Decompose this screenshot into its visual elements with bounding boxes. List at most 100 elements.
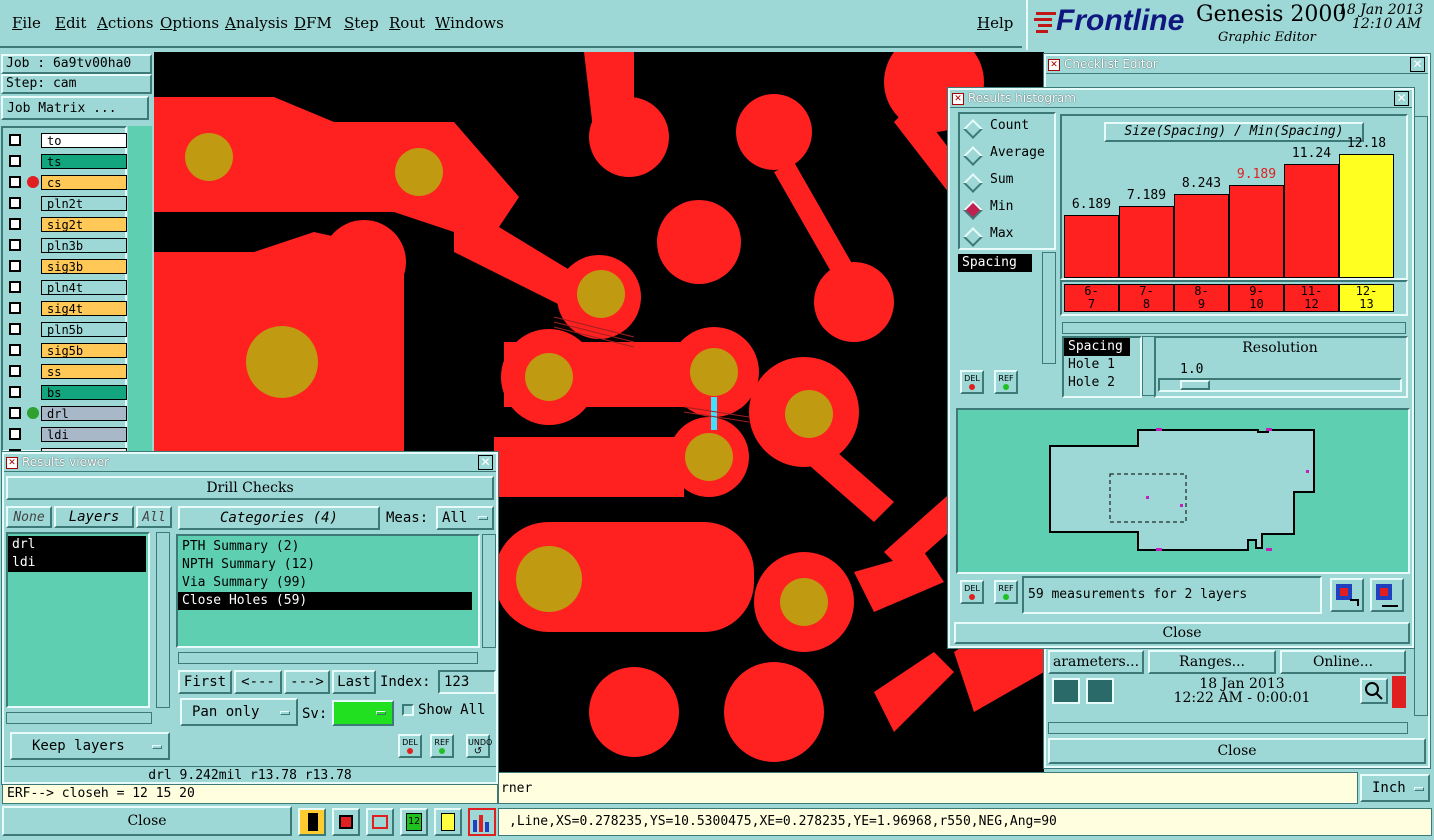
window-close-icon[interactable]: ✕ [478, 455, 493, 470]
layer-name[interactable]: ss [41, 364, 127, 379]
run-icon[interactable] [1052, 678, 1080, 704]
layer-name[interactable]: pln5b [41, 322, 127, 337]
histogram-bar[interactable] [1339, 154, 1394, 278]
layer-checkbox[interactable] [9, 281, 21, 293]
layer-checkbox[interactable] [9, 176, 21, 188]
layer-row-pln4t[interactable]: pln4t [7, 279, 127, 295]
layer-checkbox[interactable] [9, 260, 21, 272]
prev-button[interactable]: <--- [234, 670, 282, 694]
window-close-icon[interactable]: ✕ [1410, 57, 1425, 72]
layer-row-drl[interactable]: drl [7, 405, 127, 421]
layer-name[interactable]: drl [41, 406, 127, 421]
layers-hscrollbar[interactable] [6, 712, 152, 724]
bucket-label[interactable]: 6- 7 [1064, 284, 1119, 312]
menu-analysis[interactable]: Analysis [225, 14, 288, 32]
layer-row-ss[interactable]: ss [7, 363, 127, 379]
bucket-hscrollbar[interactable] [1062, 322, 1406, 334]
layer-checkbox[interactable] [9, 239, 21, 251]
list-item[interactable]: PTH Summary (2) [178, 538, 478, 556]
resolution-slider-handle[interactable] [1180, 380, 1210, 390]
bucket-label[interactable]: 12- 13 [1339, 284, 1394, 312]
categories-scrollbar[interactable] [482, 534, 496, 648]
menu-options[interactable]: Options [160, 14, 219, 32]
list-item[interactable]: NPTH Summary (12) [178, 556, 478, 574]
sv-color-select[interactable] [332, 700, 394, 726]
layer-name[interactable]: pln2t [41, 196, 127, 211]
ref-icon[interactable] [366, 808, 394, 836]
layer-name[interactable]: ldi [41, 427, 127, 442]
compare-icon[interactable]: 12 [400, 808, 428, 836]
layer-row-sig3b[interactable]: sig3b [7, 258, 127, 274]
layer-name[interactable]: sig5b [41, 343, 127, 358]
window-close-icon[interactable]: ✕ [1394, 91, 1409, 106]
layer-name[interactable]: pln4t [41, 280, 127, 295]
list-item[interactable]: drl [8, 536, 146, 554]
list-item[interactable]: Hole 2 [1064, 374, 1140, 392]
layer-row-pln2t[interactable]: pln2t [7, 195, 127, 211]
layer-row-pln3b[interactable]: pln3b [7, 237, 127, 253]
categories-hscrollbar[interactable] [178, 652, 478, 664]
preview-ref-button[interactable]: REF [994, 580, 1018, 604]
first-button[interactable]: First [178, 670, 232, 694]
hist-del-button[interactable]: DEL [960, 370, 984, 394]
menu-dfm[interactable]: DFM [294, 14, 332, 32]
window-menu-icon[interactable]: ✕ [1048, 59, 1060, 71]
layer-row-sig5b[interactable]: sig5b [7, 342, 127, 358]
list-item[interactable]: Close Holes (59) [178, 592, 472, 610]
preview-del-button[interactable]: DEL [960, 580, 984, 604]
histogram-bar[interactable] [1064, 215, 1119, 278]
list-item[interactable]: Spacing [958, 254, 1032, 272]
next-button[interactable]: ---> [284, 670, 330, 694]
close-button[interactable]: Close [2, 806, 292, 836]
menu-windows[interactable]: Windows [435, 14, 504, 32]
layer-list-scrollbar[interactable] [128, 126, 152, 452]
layer-row-sig4t[interactable]: sig4t [7, 300, 127, 316]
menu-actions[interactable]: Actions [97, 14, 153, 32]
last-button[interactable]: Last [332, 670, 376, 694]
list-item[interactable]: Via Summary (99) [178, 574, 478, 592]
meas-select[interactable]: All [436, 506, 494, 530]
layer-checkbox[interactable] [9, 344, 21, 356]
radio-min[interactable] [963, 200, 983, 220]
radio-average[interactable] [963, 146, 983, 166]
layer-checkbox[interactable] [9, 218, 21, 230]
bucket-label[interactable]: 7- 8 [1119, 284, 1174, 312]
command-line[interactable]: ERF--> closeh = 12 15 20 [2, 784, 498, 804]
layers-none-button[interactable]: None [6, 506, 52, 528]
checklist-scrollbar[interactable] [1414, 116, 1428, 716]
layer-row-ts[interactable]: ts [7, 153, 127, 169]
units-select[interactable]: Inch [1360, 774, 1430, 802]
layer-checkbox[interactable] [9, 428, 21, 440]
layer-icon[interactable] [298, 808, 326, 836]
zoom-icon[interactable] [1360, 678, 1388, 704]
radio-max[interactable] [963, 227, 983, 247]
checklist-close-button[interactable]: Close [1048, 738, 1426, 764]
layer-checkbox[interactable] [9, 134, 21, 146]
window-menu-icon[interactable]: ✕ [6, 457, 18, 469]
layer-checkbox[interactable] [9, 386, 21, 398]
layer-row-to[interactable]: to [7, 132, 127, 148]
measure-type-list[interactable]: Spacing Hole 1 Hole 2 [1062, 336, 1142, 398]
layers-scrollbar[interactable] [156, 532, 170, 708]
layer-checkbox[interactable] [9, 407, 21, 419]
zoom-area-icon[interactable] [1370, 578, 1404, 612]
layer-name[interactable]: to [41, 133, 127, 148]
layer-checkbox[interactable] [9, 323, 21, 335]
show-all-checkbox[interactable] [402, 704, 414, 716]
layer-checkbox[interactable] [9, 197, 21, 209]
layer-row-ldi[interactable]: ldi [7, 426, 127, 442]
layer-row-cs[interactable]: cs [7, 174, 127, 190]
layer-checkbox[interactable] [9, 302, 21, 314]
exit-icon[interactable] [332, 808, 360, 836]
histogram-bar[interactable] [1284, 164, 1339, 278]
menu-edit[interactable]: Edit [55, 14, 86, 32]
menu-help[interactable]: Help [977, 14, 1013, 32]
menu-rout[interactable]: Rout [389, 14, 425, 32]
keep-layers-select[interactable]: Keep layers [10, 732, 170, 760]
zoom-to-fit-icon[interactable] [1330, 578, 1364, 612]
layer-name[interactable]: ts [41, 154, 127, 169]
measure-scrollbar[interactable] [1042, 252, 1056, 364]
menu-step[interactable]: Step [344, 14, 379, 32]
measure-listbox[interactable]: Spacing [958, 252, 1042, 362]
run-all-icon[interactable] [1086, 678, 1114, 704]
